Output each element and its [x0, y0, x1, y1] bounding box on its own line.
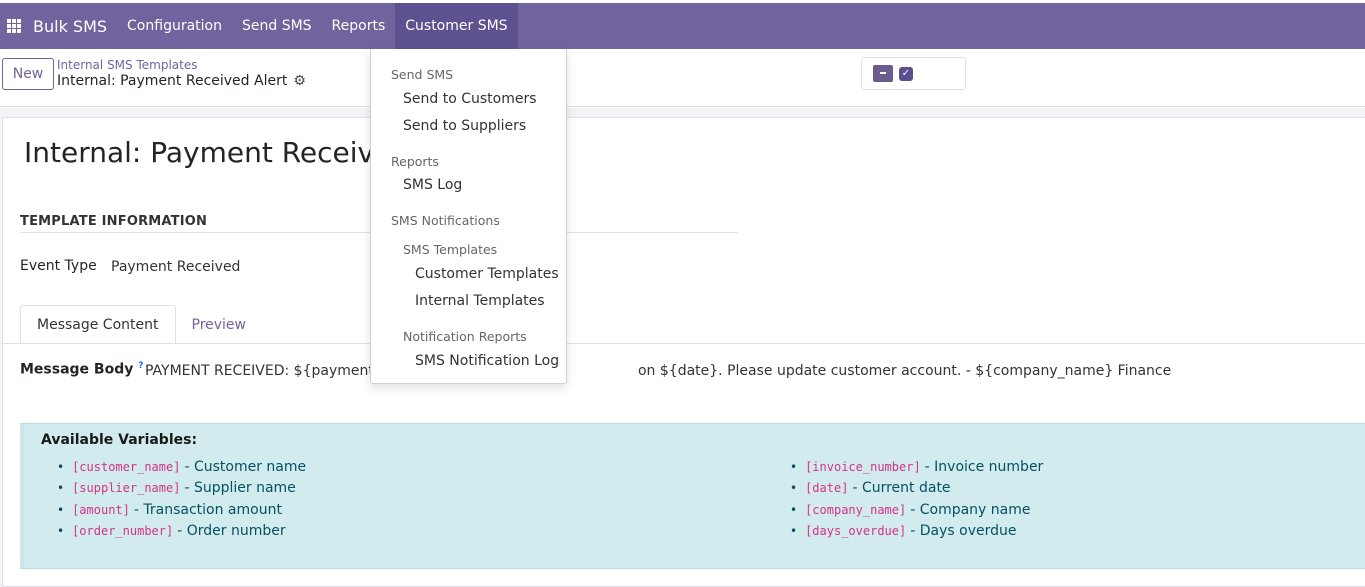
variable-desc: - Customer name [184, 458, 307, 475]
message-body-label-text: Message Body [20, 361, 134, 378]
variable-desc: - Invoice number [924, 458, 1044, 475]
form-view: Internal: Payment Received TEMPLATE INFO… [0, 108, 1365, 587]
breadcrumb-parent-link[interactable]: Internal SMS Templates [57, 58, 197, 72]
check-icon[interactable]: ✓ [899, 66, 913, 81]
notebook-tabs: Message Content Preview [20, 305, 263, 344]
variable-code: [company_name] [805, 502, 907, 517]
status-widget: ✓ [861, 57, 966, 90]
list-item: [days_overdue]- Days overdue [790, 521, 1043, 543]
tab-message-content[interactable]: Message Content [20, 305, 176, 344]
list-item: [order_number]- Order number [57, 521, 306, 543]
message-body-text-start: PAYMENT RECEIVED: ${payment_am [145, 363, 404, 379]
list-item: [amount]- Transaction amount [57, 499, 306, 521]
variable-code: [invoice_number] [805, 459, 921, 474]
control-panel: New Internal SMS Templates Internal: Pay… [0, 49, 1365, 107]
variables-title: Available Variables: [41, 432, 198, 448]
variable-code: [order_number] [72, 524, 174, 539]
variables-list-right: [invoice_number]- Invoice number [date]-… [790, 456, 1043, 542]
tab-preview[interactable]: Preview [176, 305, 263, 344]
list-item: [company_name]- Company name [790, 499, 1043, 521]
list-item: [invoice_number]- Invoice number [790, 456, 1043, 478]
menu-reports[interactable]: Reports [322, 3, 396, 49]
top-navbar: Bulk SMS Configuration Send SMS Reports … [0, 3, 1365, 49]
new-button[interactable]: New [2, 58, 54, 90]
app-brand[interactable]: Bulk SMS [33, 17, 107, 36]
list-item: [date]- Current date [790, 478, 1043, 500]
record-title[interactable]: Internal: Payment Received [24, 136, 409, 169]
apps-menu-icon[interactable] [0, 3, 28, 49]
dropdown-header-sms-notifications: SMS Notifications [391, 213, 500, 228]
variable-desc: - Supplier name [184, 480, 296, 497]
message-body-label: Message Body ? [20, 361, 143, 378]
form-sheet: Internal: Payment Received TEMPLATE INFO… [2, 117, 1365, 587]
dropdown-item-internal-templates[interactable]: Internal Templates [415, 293, 545, 309]
dropdown-item-send-to-customers[interactable]: Send to Customers [403, 91, 537, 107]
menu-customer-sms[interactable]: Customer SMS [395, 3, 518, 49]
variable-desc: - Company name [910, 501, 1031, 518]
variable-desc: - Order number [177, 523, 286, 540]
dropdown-item-customer-templates[interactable]: Customer Templates [415, 266, 559, 282]
variables-list-left: [customer_name]- Customer name [supplier… [57, 456, 306, 542]
customer-sms-dropdown: Send SMS Send to Customers Send to Suppl… [370, 49, 567, 384]
variable-desc: - Current date [852, 480, 951, 497]
archive-icon[interactable] [873, 65, 893, 82]
dropdown-header-notification-reports: Notification Reports [403, 329, 527, 344]
variable-code: [days_overdue] [805, 524, 907, 539]
variable-code: [supplier_name] [72, 481, 181, 496]
message-body-value[interactable]: PAYMENT RECEIVED: ${payment_am on ${date… [145, 363, 1171, 379]
available-variables-box: Available Variables: [customer_name]- Cu… [20, 423, 1365, 569]
menu-send-sms[interactable]: Send SMS [232, 3, 322, 49]
variable-desc: - Transaction amount [133, 501, 282, 518]
gear-icon[interactable]: ⚙ [293, 73, 306, 89]
dropdown-header-reports: Reports [391, 154, 439, 169]
variable-code: [date] [805, 481, 849, 496]
list-item: [customer_name]- Customer name [57, 456, 306, 478]
list-item: [supplier_name]- Supplier name [57, 478, 306, 500]
dropdown-item-send-to-suppliers[interactable]: Send to Suppliers [403, 118, 526, 134]
variable-code: [customer_name] [72, 459, 181, 474]
dropdown-item-sms-log[interactable]: SMS Log [403, 177, 462, 193]
event-type-value[interactable]: Payment Received [111, 259, 240, 275]
event-type-label: Event Type [20, 258, 97, 274]
help-tooltip-icon[interactable]: ? [138, 361, 143, 371]
dropdown-header-send-sms: Send SMS [391, 67, 454, 82]
menu-configuration[interactable]: Configuration [117, 3, 232, 49]
section-title: TEMPLATE INFORMATION [20, 214, 208, 229]
message-body-text-end: on ${date}. Please update customer accou… [637, 363, 1172, 379]
breadcrumb-current: Internal: Payment Received Alert ⚙ [57, 73, 306, 89]
breadcrumb-current-label: Internal: Payment Received Alert [57, 73, 288, 89]
variable-desc: - Days overdue [910, 523, 1017, 540]
dropdown-item-sms-notification-log[interactable]: SMS Notification Log [415, 353, 559, 369]
tabs-divider [3, 343, 1365, 344]
variable-code: [amount] [72, 502, 130, 517]
dropdown-header-sms-templates: SMS Templates [403, 242, 498, 257]
